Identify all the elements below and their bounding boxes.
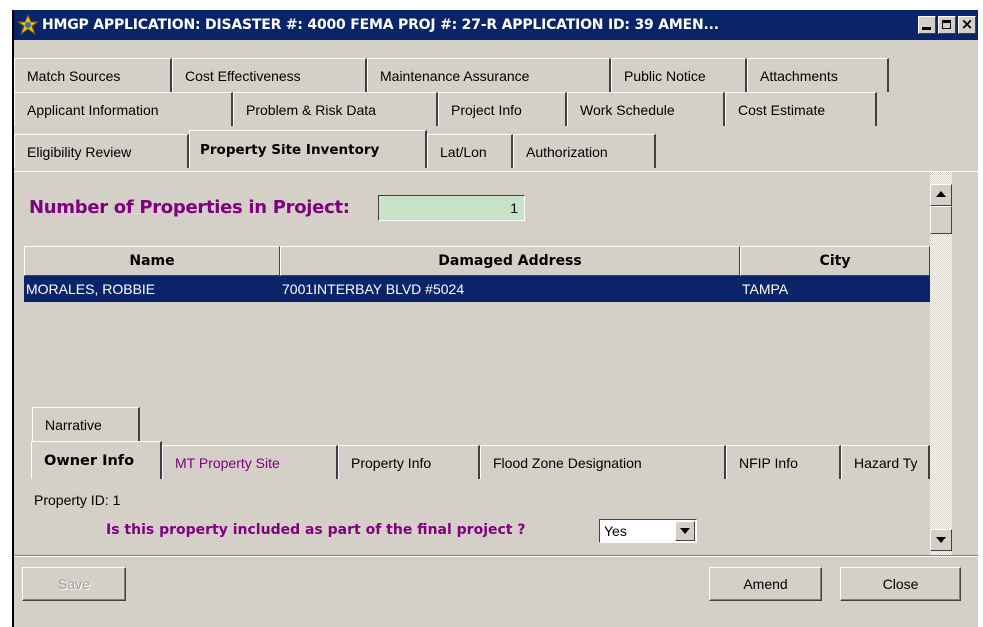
maximize-icon <box>942 20 951 29</box>
tab-cost-effectiveness[interactable]: Cost Effectiveness <box>172 58 367 92</box>
save-button[interactable]: Save <box>22 567 126 601</box>
scroll-down-button[interactable] <box>930 529 952 551</box>
subtab-owner-info[interactable]: Owner Info <box>31 441 162 479</box>
subtab-narrative[interactable]: Narrative <box>32 407 140 441</box>
property-count-field[interactable]: 1 <box>378 195 525 221</box>
vertical-scrollbar[interactable] <box>930 172 952 555</box>
cell-name: MORALES, ROBBIE <box>26 281 156 297</box>
subtab-hazard-type[interactable]: Hazard Ty <box>841 445 930 479</box>
column-header-city[interactable]: City <box>740 246 930 276</box>
application-window: HMGP APPLICATION: DISASTER #: 4000 FEMA … <box>12 10 978 627</box>
button-divider <box>14 555 978 557</box>
subtab-property-info[interactable]: Property Info <box>338 445 480 479</box>
property-grid: Name Damaged Address City MORALES, ROBBI… <box>24 246 930 406</box>
close-button[interactable]: Close <box>840 567 961 601</box>
tab-row-1: Match Sources Cost Effectiveness Mainten… <box>14 58 978 92</box>
cell-damaged-address: 7001INTERBAY BLVD #5024 <box>282 281 465 297</box>
final-project-select[interactable]: Yes <box>599 519 697 543</box>
scroll-up-button[interactable] <box>930 184 952 206</box>
tab-work-schedule[interactable]: Work Schedule <box>567 92 725 126</box>
tab-problem-risk-data[interactable]: Problem & Risk Data <box>233 92 438 126</box>
final-project-question: Is this property included as part of the… <box>106 522 526 538</box>
tab-applicant-information[interactable]: Applicant Information <box>14 92 233 126</box>
tab-maintenance-assurance[interactable]: Maintenance Assurance <box>367 58 611 92</box>
column-header-damaged-address[interactable]: Damaged Address <box>280 246 740 276</box>
property-count-label: Number of Properties in Project: <box>29 197 350 218</box>
subtab-nfip-info[interactable]: NFIP Info <box>726 445 841 479</box>
tab-row-2: Applicant Information Problem & Risk Dat… <box>14 92 978 126</box>
tab-eligibility-review[interactable]: Eligibility Review <box>14 134 189 168</box>
app-icon <box>17 14 39 36</box>
close-window-button[interactable]: × <box>958 15 976 34</box>
scroll-thumb[interactable] <box>930 206 952 234</box>
tab-attachments[interactable]: Attachments <box>747 58 889 92</box>
subtab-mt-property-site[interactable]: MT Property Site <box>162 445 338 479</box>
column-header-name[interactable]: Name <box>24 246 280 276</box>
close-icon: × <box>960 15 974 33</box>
final-project-value: Yes <box>604 523 627 539</box>
window-title: HMGP APPLICATION: DISASTER #: 4000 FEMA … <box>42 17 719 33</box>
title-bar[interactable]: HMGP APPLICATION: DISASTER #: 4000 FEMA … <box>14 10 978 40</box>
arrow-down-icon <box>936 537 946 543</box>
tab-cost-estimate[interactable]: Cost Estimate <box>725 92 877 126</box>
tab-property-site-inventory[interactable]: Property Site Inventory <box>189 130 427 168</box>
subtab-flood-zone-designation[interactable]: Flood Zone Designation <box>480 445 726 479</box>
tab-authorization[interactable]: Authorization <box>513 134 656 168</box>
background-strip <box>0 0 983 10</box>
property-id: Property ID: 1 <box>34 492 121 508</box>
amend-button[interactable]: Amend <box>709 567 822 601</box>
table-row[interactable]: MORALES, ROBBIE 7001INTERBAY BLVD #5024 … <box>24 276 930 302</box>
arrow-up-icon <box>936 191 946 197</box>
minimize-icon <box>922 27 931 30</box>
tab-project-info[interactable]: Project Info <box>438 92 567 126</box>
tab-match-sources[interactable]: Match Sources <box>14 58 172 92</box>
minimize-button[interactable] <box>918 16 936 34</box>
chevron-down-icon <box>680 528 690 534</box>
tab-public-notice[interactable]: Public Notice <box>611 58 747 92</box>
cell-city: TAMPA <box>742 281 789 297</box>
maximize-button[interactable] <box>938 16 956 34</box>
dropdown-button[interactable] <box>675 521 695 541</box>
tab-row-3: Eligibility Review Property Site Invento… <box>14 130 978 168</box>
tab-lat-lon[interactable]: Lat/Lon <box>427 134 513 168</box>
